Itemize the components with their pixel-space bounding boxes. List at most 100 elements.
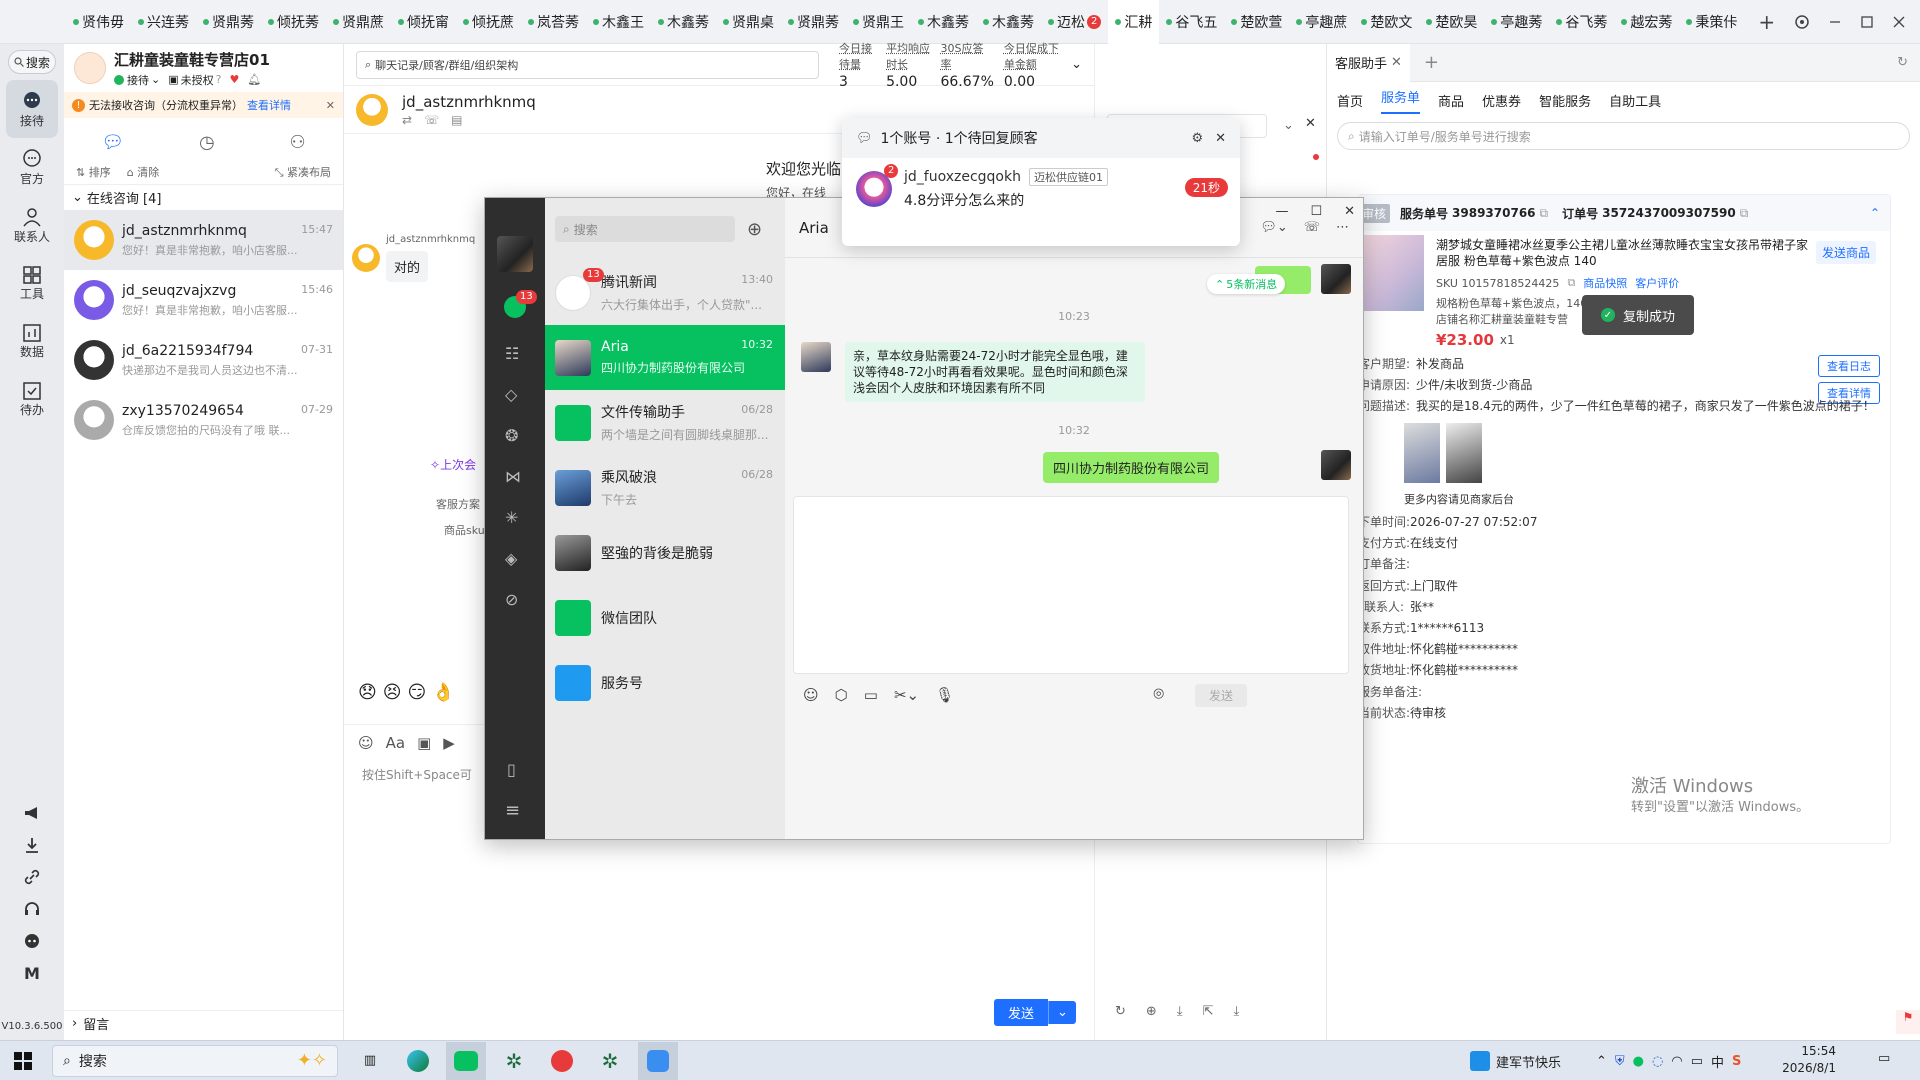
alert-close-icon[interactable]: ✕ (326, 99, 335, 112)
store-tab[interactable]: 木鑫莠 (651, 0, 716, 44)
copy-icon[interactable]: ⧉ (1567, 276, 1575, 290)
wechat-item[interactable]: 乘风破浪 下午去 06/28 (545, 455, 785, 520)
wifi-icon[interactable]: ◠ (1671, 1054, 1682, 1069)
rail-item-contacts[interactable]: 联系人 (0, 196, 64, 254)
review-link[interactable]: 客户评价 (1635, 275, 1679, 291)
app-star-icon[interactable]: ✲ (590, 1042, 630, 1080)
wechat-tray-icon[interactable]: ● (1633, 1054, 1644, 1069)
evidence-photo-1[interactable] (1404, 423, 1440, 483)
copy-icon[interactable]: ⧉ (1540, 206, 1549, 221)
miniprogram-icon[interactable]: ◈ (505, 549, 521, 568)
tab-history-icon[interactable]: ◷ (199, 132, 215, 153)
wechat-app-icon[interactable] (446, 1042, 486, 1080)
wechat-search[interactable]: ⌕ 搜索 (555, 216, 735, 242)
clock[interactable]: 15:54 2026/8/1 (1760, 1043, 1836, 1077)
section-header[interactable]: ⌄ 在线咨询 [4] (64, 184, 343, 210)
add-tab-icon[interactable]: + (1758, 10, 1775, 34)
store-tab[interactable]: 倾抚蔗 (456, 0, 521, 44)
ime-indicator[interactable]: 中 (1711, 1052, 1724, 1071)
store-tab[interactable]: 贤鼎莠 (781, 0, 846, 44)
received-message[interactable]: 亲，草本纹身贴需要24-72小时才能完全显色哦，建议等待48-72小时再看看效果… (845, 342, 1145, 402)
emoji-picker-icon[interactable]: ☺ (358, 734, 374, 752)
store-tab[interactable]: 木鑫王 (586, 0, 651, 44)
refresh-icon[interactable]: ↻ (1897, 55, 1908, 70)
close-icon[interactable]: ✕ (1215, 131, 1226, 146)
assistant-nav-item[interactable]: 首页 (1337, 91, 1363, 110)
store-tab[interactable]: 贤鼎蔗 (326, 0, 391, 44)
store-tab[interactable]: 谷飞莠 (1549, 0, 1614, 44)
assistant-nav-item[interactable]: 自助工具 (1609, 91, 1661, 110)
edge-icon[interactable] (398, 1042, 438, 1080)
chevron-up-icon[interactable]: ⌃ (1596, 1054, 1607, 1069)
assistant-nav-item[interactable]: 服务单 (1381, 87, 1420, 114)
close-icon[interactable] (1892, 15, 1906, 29)
download-icon[interactable]: ⤓ (1233, 1004, 1239, 1019)
cube-icon[interactable]: ⬡ (835, 686, 848, 704)
headset-icon[interactable] (23, 900, 41, 918)
moments-icon[interactable]: ❂ (505, 426, 521, 445)
product-title[interactable]: 潮梦城女童睡裙冰丝夏季公主裙儿童冰丝薄款睡衣宝宝女孩吊带裙子家居服 粉色草莓+紫… (1436, 237, 1816, 269)
store-tab[interactable]: 木鑫莠 (911, 0, 976, 44)
new-messages-pill[interactable]: ⌃ 5条新消息 (1207, 274, 1285, 294)
rail-item-reception[interactable]: 接待 (6, 80, 58, 138)
collapse-window-icon[interactable]: ⤓ (1177, 1004, 1183, 1019)
close-icon[interactable]: ✕ (1391, 55, 1402, 70)
store-tab[interactable]: 倾抚莠 (261, 0, 326, 44)
status-dropdown[interactable]: 接待 ⌄ (114, 72, 160, 88)
wechat-item[interactable]: 堅強的背後是脆弱 (545, 520, 785, 585)
tab-chat-icon[interactable]: 💬︎ (101, 132, 124, 153)
close-icon[interactable]: ✕ (1305, 116, 1316, 131)
send-button[interactable]: 发送 (994, 999, 1048, 1026)
global-search[interactable]: ⌕ 聊天记录/顾客/群组/组织架构 (356, 51, 819, 79)
download-icon[interactable] (23, 836, 41, 854)
collapse-icon[interactable]: ⌄ (1283, 118, 1294, 133)
add-chat-icon[interactable]: ⊕ (747, 219, 762, 240)
emoji-icon[interactable]: 😏 (408, 682, 427, 703)
wechat-user-avatar[interactable] (497, 236, 533, 272)
store-tab[interactable]: 贤鼎王 (846, 0, 911, 44)
emoji-icon[interactable]: 😣 (383, 682, 402, 703)
minimize-icon[interactable]: — (1275, 204, 1288, 219)
view-log-button[interactable]: 查看日志 (1818, 355, 1880, 377)
festival-icon[interactable] (1470, 1051, 1490, 1071)
app-star-icon[interactable]: ✲ (494, 1042, 534, 1080)
rail-search[interactable]: 搜索 (8, 50, 56, 74)
store-tab[interactable]: 贤伟毋 (66, 0, 131, 44)
add-tab-icon[interactable]: + (1424, 52, 1439, 73)
store-tab[interactable]: 岚荅莠 (521, 0, 586, 44)
s-app-icon[interactable]: S (1732, 1054, 1741, 1069)
sync-icon[interactable]: ◌ (1652, 1054, 1663, 1069)
channels-icon[interactable]: ⋈ (505, 467, 521, 486)
task-view-icon[interactable]: ▥ (350, 1042, 390, 1080)
evidence-photo-2[interactable] (1446, 423, 1482, 483)
box-icon[interactable]: ◇ (505, 385, 521, 404)
sent-message[interactable]: 四川协力制药股份有限公司 (1043, 452, 1219, 483)
message-section[interactable]: › 留言 (64, 1010, 343, 1036)
windows-start-icon[interactable] (14, 1052, 32, 1070)
rail-item-data[interactable]: 数据 (0, 312, 64, 370)
store-tab[interactable]: 木鑫莠 (976, 0, 1041, 44)
conversation-item[interactable]: jd_6a2215934f794 07-31 快递那边不是我司人员这边也不清... (64, 330, 343, 390)
tab-group-icon[interactable]: ⚇ (289, 132, 305, 153)
assistant-tab[interactable]: 客服助手 ✕ (1327, 44, 1410, 82)
refresh-icon[interactable]: ↻ (1115, 1004, 1126, 1019)
emoji-icon[interactable]: 👌 (432, 682, 454, 703)
font-icon[interactable]: Aa (386, 734, 405, 752)
phone-icon[interactable]: ☏ (424, 113, 439, 127)
link-icon[interactable]: ⊘ (505, 590, 521, 609)
settings-icon[interactable]: ⚙ (1191, 131, 1203, 146)
sort-button[interactable]: ⇅ 排序 (76, 164, 111, 180)
phone-icon[interactable]: ▯ (507, 760, 516, 779)
conversation-item[interactable]: jd_astznmrhknmq 15:47 您好！真是非常抱歉，咱小店客服... (64, 210, 343, 270)
rail-item-tools[interactable]: 工具 (0, 254, 64, 312)
voice-icon[interactable]: ◎ (1153, 686, 1164, 701)
layout-button[interactable]: ⤡ 紧凑布局 (275, 164, 331, 180)
monitor-icon[interactable]: ▭ (1691, 1054, 1703, 1069)
conversation-item[interactable]: jd_seuqzvajxzvg 15:46 您好！真是非常抱歉，咱小店客服... (64, 270, 343, 330)
conversation-item[interactable]: zxy13570249654 07-29 仓库反馈您拍的尺码没有了哦 联... (64, 390, 343, 450)
emoji-icon[interactable]: ☺ (803, 686, 819, 704)
emoji-icon[interactable]: 😞 (358, 682, 377, 703)
popup-item[interactable]: 2 jd_fuoxzecgqokh 迈松供应链01 4.8分评分怎么来的 21秒 (842, 158, 1240, 220)
share-icon[interactable]: ⇱ (1203, 1004, 1214, 1019)
store-tab[interactable]: 兴连莠 (131, 0, 196, 44)
